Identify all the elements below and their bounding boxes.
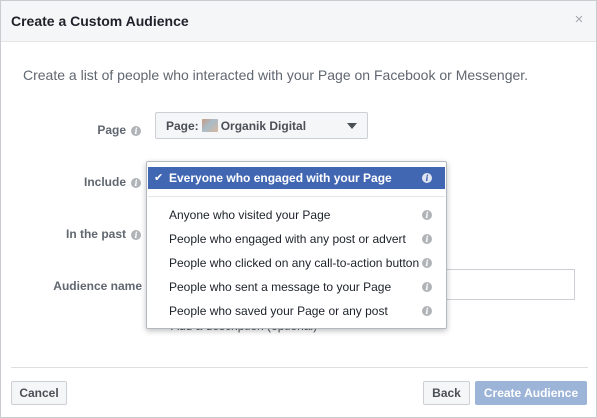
include-label-row: Include i	[1, 175, 141, 189]
include-dropdown-menu: ✔ Everyone who engaged with your Page i …	[146, 161, 447, 329]
info-icon[interactable]: i	[422, 258, 432, 268]
dropdown-option[interactable]: People who saved your Page or any post i	[148, 300, 445, 322]
dropdown-option-label: People who clicked on any call-to-action…	[169, 256, 420, 270]
dialog-header: Create a Custom Audience ×	[1, 1, 596, 42]
dropdown-option[interactable]: People who sent a message to your Page i	[148, 276, 445, 298]
cancel-button[interactable]: Cancel	[11, 381, 67, 405]
dropdown-option-label: Anyone who visited your Page	[169, 208, 331, 222]
page-label: Page	[97, 123, 126, 137]
page-select[interactable]: Page: Organik Digital	[155, 112, 368, 139]
dropdown-option-label: People who saved your Page or any post	[169, 304, 388, 318]
footer-divider	[11, 367, 588, 368]
info-icon[interactable]: i	[422, 306, 432, 316]
include-label: Include	[83, 175, 126, 189]
dialog-title: Create a Custom Audience	[11, 13, 189, 29]
info-icon[interactable]: i	[422, 282, 432, 292]
dropdown-option-label: Everyone who engaged with your Page	[169, 171, 392, 185]
page-select-prefix: Page:	[166, 119, 199, 133]
dropdown-option-label: People who engaged with any post or adve…	[169, 232, 406, 246]
audience-name-label-row: Audience name	[1, 279, 142, 293]
caret-down-icon	[347, 123, 357, 129]
dropdown-option[interactable]: People who clicked on any call-to-action…	[148, 252, 445, 274]
dropdown-option-label: People who sent a message to your Page	[169, 280, 392, 294]
info-icon[interactable]: i	[422, 234, 432, 244]
past-label: In the past	[65, 227, 126, 241]
intro-text: Create a list of people who interacted w…	[23, 67, 529, 83]
info-icon[interactable]: i	[131, 177, 141, 188]
page-select-value: Organik Digital	[220, 119, 307, 133]
info-icon[interactable]: i	[131, 125, 141, 136]
custom-audience-dialog: Create a Custom Audience × Create a list…	[0, 0, 597, 418]
info-icon[interactable]: i	[131, 229, 141, 240]
dropdown-option[interactable]: Anyone who visited your Page i	[148, 204, 445, 226]
close-icon[interactable]: ×	[572, 12, 586, 27]
info-icon[interactable]: i	[422, 173, 432, 183]
audience-name-label: Audience name	[53, 279, 142, 293]
dropdown-option[interactable]: People who engaged with any post or adve…	[148, 228, 445, 250]
dropdown-option-selected[interactable]: ✔ Everyone who engaged with your Page i	[148, 167, 445, 189]
info-icon[interactable]: i	[422, 210, 432, 220]
page-thumbnail-icon	[201, 119, 218, 132]
checkmark-icon: ✔	[154, 172, 164, 184]
create-audience-button[interactable]: Create Audience	[475, 381, 587, 405]
audience-name-input[interactable]	[435, 269, 575, 300]
page-label-row: Page i	[1, 123, 141, 137]
back-button[interactable]: Back	[423, 381, 470, 405]
dropdown-separator	[148, 196, 445, 197]
past-label-row: In the past i	[1, 227, 141, 241]
